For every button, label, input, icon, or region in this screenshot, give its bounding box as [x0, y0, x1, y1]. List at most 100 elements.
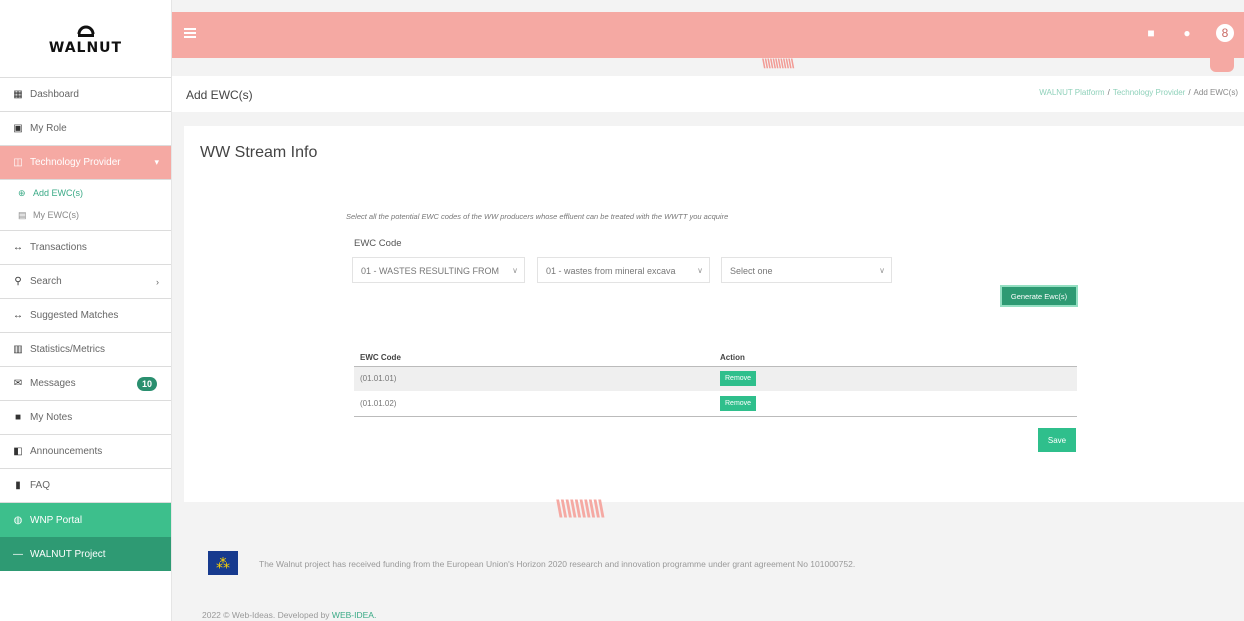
remove-button[interactable]: Remove — [720, 371, 757, 387]
logo[interactable]: WALNUT — [0, 0, 171, 78]
topbar: ■ ● 8 — [172, 12, 1244, 72]
table-icon: ▤ — [18, 209, 27, 220]
breadcrumb-item[interactable]: Technology Provider — [1113, 88, 1185, 97]
hamburger-menu-icon[interactable] — [184, 28, 196, 38]
sidebar-item-announcements[interactable]: ◧ Announcements — [0, 435, 171, 469]
brand-name: WALNUT — [48, 39, 123, 56]
megaphone-icon: ◧ — [13, 446, 23, 457]
select-value: 01 - wastes from mineral excava — [546, 266, 676, 276]
sidebar-subitem-my-ewc[interactable]: ▤ My EWC(s) — [0, 204, 171, 226]
chevron-down-icon: ∨ — [512, 266, 518, 275]
sidebar-item-statistics[interactable]: ▥ Statistics/Metrics — [0, 333, 171, 367]
sidebar-item-label: WALNUT Project — [30, 548, 106, 560]
sidebar-item-label: Announcements — [30, 446, 103, 457]
sidebar-item-label: My Notes — [30, 412, 73, 423]
sidebar-item-label: Statistics/Metrics — [30, 344, 106, 355]
save-button[interactable]: Save — [1038, 428, 1076, 452]
ewc-subchapter-select[interactable]: 01 - wastes from mineral excava ∨ — [537, 257, 710, 283]
sidebar-item-my-role[interactable]: ▣ My Role — [0, 112, 171, 146]
notification-bell-icon[interactable]: ■ — [1142, 26, 1160, 40]
breadcrumb-separator: / — [1188, 88, 1191, 97]
sidebar-item-label: Search — [30, 276, 62, 287]
decorative-stripes: \\\\\\\\\\\\ — [762, 56, 794, 71]
sidebar-item-label: Technology Provider — [30, 157, 121, 168]
copyright-text: 2022 © Web-Ideas. Developed by — [202, 610, 330, 620]
sidebar-item-messages[interactable]: ✉ Messages 10 — [0, 367, 171, 401]
sidebar-item-label: Suggested Matches — [30, 310, 119, 321]
sidebar-item-label: My Role — [30, 123, 67, 134]
sidebar-item-transactions[interactable]: ↔ Transactions — [0, 231, 171, 265]
sidebar-item-search[interactable]: ⚲ Search › — [0, 265, 171, 299]
funding-notice: The Walnut project has received funding … — [259, 559, 856, 569]
sidebar-item-wnp-portal[interactable]: ◍ WNP Portal — [0, 503, 171, 537]
action-cell: Remove — [720, 366, 1077, 391]
card-title: WW Stream Info — [200, 144, 318, 161]
select-value: Select one — [730, 266, 773, 276]
briefcase-icon: ▣ — [13, 123, 23, 134]
table-row: (01.01.01) Remove — [354, 366, 1077, 391]
sidebar-item-technology-provider[interactable]: ◫ Technology Provider ▾ — [0, 146, 171, 180]
messages-count-badge: 10 — [136, 376, 157, 391]
topbar-icons: ■ ● 8 — [1142, 22, 1236, 44]
ewc-table: EWC Code Action (01.01.01) Remove (01.01… — [354, 350, 1077, 417]
ewc-code-cell: (01.01.01) — [354, 366, 720, 391]
envelope-icon: ✉ — [13, 378, 23, 389]
column-header-action: Action — [720, 350, 1077, 367]
developer-link[interactable]: WEB-IDEA. — [332, 610, 376, 620]
table-header-row: EWC Code Action — [354, 350, 1077, 367]
sidebar-item-my-notes[interactable]: ■ My Notes — [0, 401, 171, 435]
instruction-text: Select all the potential EWC codes of th… — [346, 212, 729, 221]
chevron-down-icon: ∨ — [697, 266, 703, 275]
chevron-down-icon: ∨ — [879, 266, 885, 275]
breadcrumb-item[interactable]: WALNUT Platform — [1039, 88, 1104, 97]
user-avatar-icon[interactable]: 8 — [1214, 22, 1236, 44]
column-header-ewc-code: EWC Code — [354, 350, 720, 367]
sidebar: WALNUT ▦ Dashboard ▣ My Role ◫ Technolog… — [0, 0, 172, 621]
footer: ⁂ The Walnut project has received fundin… — [172, 520, 1244, 621]
chevron-down-icon: ▾ — [154, 157, 159, 167]
grid-icon: ◫ — [13, 157, 23, 168]
sidebar-item-suggested-matches[interactable]: ↔ Suggested Matches — [0, 299, 171, 333]
note-icon: ■ — [14, 412, 22, 423]
sidebar-item-faq[interactable]: ▮ FAQ — [0, 469, 171, 503]
dash-icon: — — [13, 548, 23, 560]
sidebar-item-label: Messages — [30, 378, 76, 389]
select-value: 01 - WASTES RESULTING FROM — [361, 266, 500, 276]
remove-button[interactable]: Remove — [720, 395, 757, 411]
sidebar-item-label: Dashboard — [30, 89, 79, 100]
dashboard-icon: ▦ — [13, 89, 23, 100]
eu-flag-icon: ⁂ — [208, 551, 238, 575]
avatar-tab — [1210, 58, 1234, 72]
page-header: Add EWC(s) WALNUT Platform / Technology Pr… — [172, 76, 1244, 112]
technology-provider-submenu: ⊕ Add EWC(s) ▤ My EWC(s) — [0, 180, 171, 231]
generate-ewc-button[interactable]: Generate Ewc(s) — [1000, 285, 1078, 307]
plus-circle-icon: ⊕ — [18, 187, 26, 198]
page-title: Add EWC(s) — [186, 88, 253, 102]
chevron-right-icon: › — [156, 276, 159, 287]
ewc-code-label: EWC Code — [354, 238, 402, 249]
ewc-chapter-select[interactable]: 01 - WASTES RESULTING FROM ∨ — [352, 257, 525, 283]
sidebar-subitem-label: My EWC(s) — [33, 210, 79, 220]
action-cell: Remove — [720, 391, 1077, 417]
sidebar-subitem-add-ewc[interactable]: ⊕ Add EWC(s) — [0, 182, 171, 204]
arrows-icon: ↔ — [13, 310, 23, 321]
help-icon[interactable]: ● — [1178, 26, 1196, 40]
sidebar-item-dashboard[interactable]: ▦ Dashboard — [0, 78, 171, 112]
book-icon: ▮ — [15, 480, 21, 491]
ewc-code-select[interactable]: Select one ∨ — [721, 257, 892, 283]
breadcrumb-separator: / — [1107, 88, 1110, 97]
copyright: 2022 © Web-Ideas. Developed by WEB-IDEA. — [202, 610, 376, 620]
breadcrumb: WALNUT Platform / Technology Provider / Add … — [1039, 88, 1238, 97]
walnut-logo-icon — [77, 25, 94, 37]
sidebar-item-label: WNP Portal — [30, 514, 83, 526]
ww-stream-card: WW Stream Info Select all the potential … — [184, 126, 1244, 502]
search-icon: ⚲ — [14, 276, 22, 287]
chart-icon: ▥ — [13, 344, 23, 355]
breadcrumb-current: Add EWC(s) — [1193, 88, 1238, 97]
sidebar-item-label: Transactions — [30, 242, 87, 253]
globe-icon: ◍ — [13, 514, 23, 526]
sidebar-subitem-label: Add EWC(s) — [33, 188, 84, 198]
sidebar-item-walnut-project[interactable]: — WALNUT Project — [0, 537, 171, 571]
sidebar-item-label: FAQ — [30, 480, 51, 491]
ewc-code-cell: (01.01.02) — [354, 391, 720, 417]
